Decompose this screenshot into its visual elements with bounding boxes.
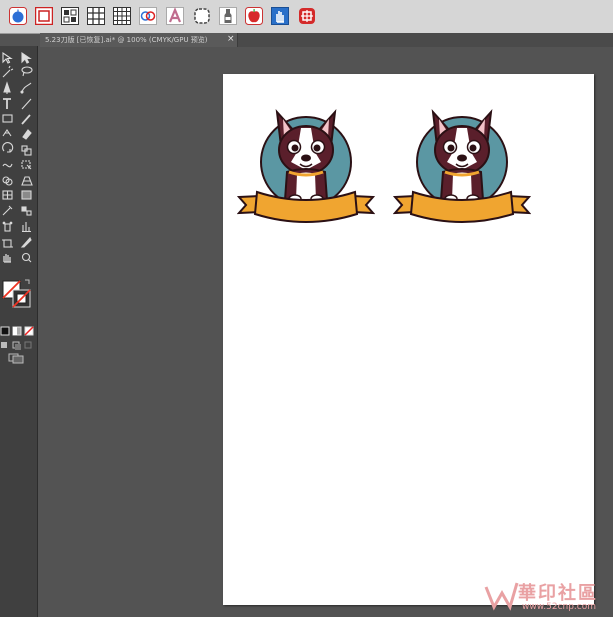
watermark-url: www.52cnp.com (522, 602, 597, 612)
boston-terrier-badge-left[interactable] (236, 102, 376, 234)
rectangle-tool-icon[interactable] (2, 114, 13, 123)
apple-blue-icon[interactable] (9, 7, 27, 25)
grid-4x4-icon[interactable] (113, 7, 131, 25)
bottle-icon[interactable] (219, 7, 237, 25)
free-transform-tool-icon[interactable] (21, 160, 32, 170)
grid-pattern-icon[interactable] (61, 7, 79, 25)
symbol-sprayer-tool-icon[interactable] (2, 221, 13, 232)
line-tool-icon[interactable] (21, 98, 32, 110)
artboard-tool-icon[interactable] (2, 239, 13, 248)
watermark-logo-icon (484, 582, 519, 611)
mesh-tool-icon[interactable] (2, 190, 13, 200)
apple-red-icon[interactable] (245, 7, 263, 25)
eyedropper-tool-icon[interactable] (2, 205, 13, 216)
grid-3x3-icon[interactable] (87, 7, 105, 25)
hand-tool-icon[interactable] (271, 7, 289, 25)
type-tool-icon[interactable] (3, 98, 11, 109)
magic-wand-tool-icon[interactable] (2, 65, 14, 78)
gradient-mode-icon[interactable] (12, 326, 22, 336)
color-modes (0, 321, 38, 336)
artboard[interactable] (223, 74, 594, 605)
lasso-tool-icon[interactable] (21, 66, 33, 77)
rotate-tool-icon[interactable] (2, 142, 14, 153)
width-tool-icon[interactable] (2, 163, 13, 168)
overlap-circles-icon[interactable] (139, 7, 157, 25)
shaper-tool-icon[interactable] (2, 129, 12, 137)
zoom-tool-icon[interactable] (21, 252, 32, 263)
red-square-frame-icon[interactable] (34, 6, 54, 26)
draw-normal-icon[interactable] (1, 342, 7, 348)
draw-inside-icon[interactable] (24, 341, 32, 349)
eraser-tool-icon[interactable] (22, 129, 32, 140)
top-toolbar (0, 0, 613, 34)
paintbrush-tool-icon[interactable] (21, 114, 31, 125)
scale-tool-icon[interactable] (21, 145, 32, 156)
tools-panel (0, 46, 38, 617)
selection-tool-icon[interactable] (2, 51, 13, 64)
draw-modes (0, 335, 38, 350)
none-mode-icon[interactable] (24, 326, 34, 336)
red-badge-icon[interactable] (298, 7, 316, 25)
pen-tool-icon[interactable] (3, 81, 11, 94)
boston-terrier-badge-right[interactable] (392, 102, 532, 234)
blend-tool-icon[interactable] (21, 206, 32, 216)
watermark: 華印社區 www.52cnp.com (478, 574, 613, 617)
perspective-grid-tool-icon[interactable] (21, 176, 33, 186)
document-tab-strip: 5.23刀版 [已恢复].ai* @ 100% (CMYK/GPU 预览) × (40, 33, 613, 47)
close-icon[interactable]: × (227, 34, 235, 44)
fill-stroke-swatch-icon[interactable] (1, 278, 37, 312)
gradient-tool-icon[interactable] (21, 190, 32, 200)
curvature-tool-icon[interactable] (20, 82, 32, 94)
document-tab-title: 5.23刀版 [已恢复].ai* @ 100% (CMYK/GPU 预览) (45, 36, 208, 44)
letter-a-icon[interactable] (166, 7, 184, 25)
rounded-square-outline-icon[interactable] (193, 7, 211, 25)
slice-tool-icon[interactable] (20, 237, 32, 248)
color-mode-icon[interactable] (0, 326, 10, 336)
direct-selection-tool-icon[interactable] (21, 51, 32, 64)
screen-mode-icon[interactable] (8, 349, 24, 364)
hand-tool-icon[interactable] (3, 254, 11, 263)
document-tab[interactable]: 5.23刀版 [已恢复].ai* @ 100% (CMYK/GPU 预览) × (40, 33, 238, 47)
shape-builder-tool-icon[interactable] (2, 176, 13, 186)
column-graph-tool-icon[interactable] (22, 222, 31, 233)
